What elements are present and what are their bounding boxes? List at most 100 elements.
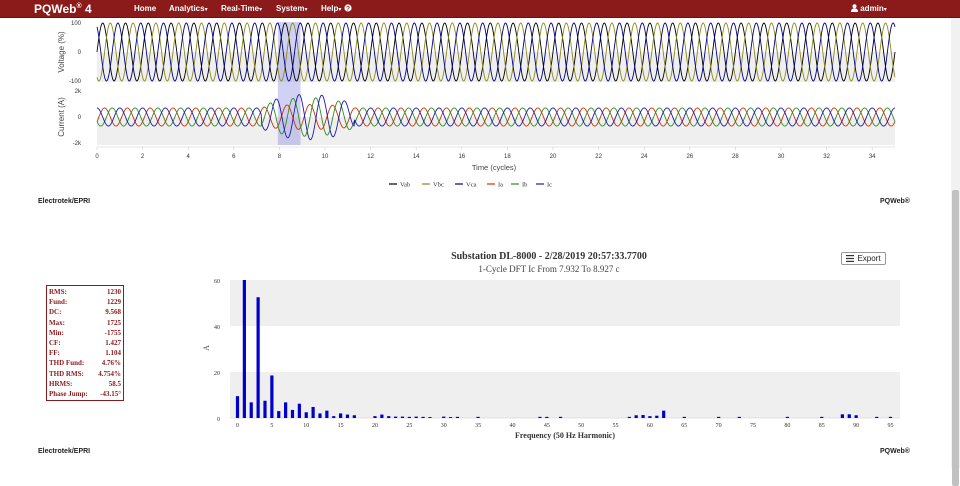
harmonic-bar xyxy=(641,415,645,418)
export-button[interactable]: Export xyxy=(841,252,886,265)
stat-row-dc: DC: 9.568 xyxy=(49,308,121,317)
harmonic-bar xyxy=(854,415,858,418)
stat-row-hrms: HRMS: 58.5 xyxy=(49,379,121,388)
harmonic-x-tick: 80 xyxy=(784,423,790,429)
time-tick-label: 24 xyxy=(641,154,648,160)
harmonic-x-tick: 20 xyxy=(372,423,378,429)
harmonic-plot-band xyxy=(230,372,900,418)
time-axis-label: Time (cycles) xyxy=(472,163,517,172)
caret-down-icon: ▾ xyxy=(883,7,887,13)
harmonic-x-tick: 30 xyxy=(441,423,447,429)
harmonic-bar xyxy=(737,416,741,418)
legend-item-vab[interactable]: Vab xyxy=(389,182,410,189)
waveform-chart: 100 0 -100 Voltage (%) 2k 0 -2k Current … xyxy=(57,21,896,172)
harmonic-bar xyxy=(339,413,343,418)
nav-system[interactable]: System▾ xyxy=(276,4,307,13)
legend-item-ib[interactable]: Ib xyxy=(511,182,527,189)
time-tick-label: 20 xyxy=(550,154,557,160)
voltage-axis-label: Voltage (%) xyxy=(57,31,66,73)
harmonic-bar xyxy=(421,416,425,418)
nav-home[interactable]: Home xyxy=(134,4,156,13)
harmonic-y-tick: 20 xyxy=(214,371,220,377)
harmonic-plot-band xyxy=(230,326,900,372)
svg-text:Ia: Ia xyxy=(498,182,503,189)
harmonic-x-axis-label: Frequency (50 Hz Harmonic) xyxy=(515,431,615,440)
harmonic-bar xyxy=(717,416,721,418)
stat-row-thd-fund: THD Fund: 4.76% xyxy=(49,359,121,368)
harmonic-bar xyxy=(270,375,274,418)
time-tick-label: 2 xyxy=(141,154,145,160)
current-tick-label: 2k xyxy=(75,89,82,95)
waveform-legend: Vab Vbc Vca Ia Ib Ic xyxy=(389,182,552,189)
vertical-scrollbar[interactable] xyxy=(951,18,960,486)
brand-logo[interactable]: PQWeb® 4 xyxy=(34,2,92,16)
harmonic-credit-pqweb: PQWeb® xyxy=(880,448,910,455)
time-tick-label: 26 xyxy=(686,154,693,160)
time-tick-label: 22 xyxy=(595,154,602,160)
harmonic-chart-title: Substation DL-8000 - 2/28/2019 20:57:33.… xyxy=(451,251,647,262)
time-tick-label: 16 xyxy=(458,154,465,160)
stat-row-max: Max: 1725 xyxy=(49,318,121,327)
svg-text:Ic: Ic xyxy=(547,182,552,189)
harmonic-bar xyxy=(304,412,308,418)
caret-down-icon: ▾ xyxy=(338,7,342,13)
time-tick-label: 12 xyxy=(367,154,374,160)
harmonic-x-tick: 75 xyxy=(750,423,756,429)
harmonic-bar xyxy=(634,415,638,418)
harmonic-x-tick: 10 xyxy=(303,423,309,429)
harmonic-bar xyxy=(387,416,391,418)
harmonic-bar xyxy=(662,410,666,418)
scrollbar-thumb[interactable] xyxy=(952,190,959,486)
harmonic-bar xyxy=(538,416,542,418)
nav-real-time[interactable]: Real-Time▾ xyxy=(221,4,262,13)
harmonic-x-tick: 40 xyxy=(509,423,515,429)
stat-row-min: Min: -1755 xyxy=(49,328,121,337)
harmonic-credit: Electrotek/EPRI xyxy=(38,448,91,455)
nav-help[interactable]: Help▾ ? xyxy=(321,4,352,13)
harmonic-bar xyxy=(373,416,377,418)
harmonic-x-tick: 15 xyxy=(338,423,344,429)
harmonic-y-tick: 40 xyxy=(214,325,220,331)
harmonic-y-tick: 0 xyxy=(217,417,220,423)
time-tick-label: 10 xyxy=(322,154,329,160)
harmonic-bar xyxy=(345,414,350,418)
time-tick-label: 4 xyxy=(187,154,191,160)
caret-down-icon: ▾ xyxy=(304,7,308,13)
harmonic-x-tick: 60 xyxy=(647,423,653,429)
harmonic-bar xyxy=(256,297,260,418)
svg-text:Vbc: Vbc xyxy=(433,182,444,189)
harmonic-bar xyxy=(840,414,844,418)
caret-down-icon: ▾ xyxy=(259,7,263,13)
harmonic-bar xyxy=(297,403,301,418)
legend-item-ia[interactable]: Ia xyxy=(487,182,503,189)
current-axis-label: Current (A) xyxy=(57,97,66,137)
harmonic-bar xyxy=(414,416,418,418)
harmonic-chart-subtitle: 1-Cycle DFT Ic From 7.932 To 8.927 c xyxy=(478,264,620,274)
legend-item-ic[interactable]: Ic xyxy=(536,182,552,189)
voltage-tick-label: -100 xyxy=(69,79,82,85)
harmonic-x-tick: 85 xyxy=(819,423,825,429)
nav-analytics[interactable]: Analytics▾ xyxy=(169,4,208,13)
harmonic-bar xyxy=(455,416,460,418)
harmonic-y-tick: 60 xyxy=(214,279,220,285)
current-plot-band-bottom xyxy=(97,117,895,145)
export-label: Export xyxy=(857,254,881,263)
user-menu[interactable]: admin▾ xyxy=(851,4,887,13)
harmonic-x-tick: 65 xyxy=(681,423,687,429)
stat-row-ff: FF: 1.104 xyxy=(49,349,121,358)
harmonic-x-tick: 90 xyxy=(853,423,859,429)
stat-row-fund: Fund: 1229 xyxy=(49,298,121,307)
harmonic-bar xyxy=(785,416,789,418)
harmonic-bar xyxy=(235,396,240,418)
legend-item-vbc[interactable]: Vbc xyxy=(422,182,444,189)
harmonic-bar xyxy=(476,416,480,418)
svg-text:Ib: Ib xyxy=(522,182,527,189)
harmonic-bar xyxy=(325,410,329,418)
harmonic-bar xyxy=(284,402,288,418)
harmonic-bar xyxy=(428,417,432,418)
legend-item-vca[interactable]: Vca xyxy=(455,182,477,189)
harmonic-bar xyxy=(380,414,384,418)
stat-row-phase-jump: Phase Jump: -43.15° xyxy=(49,389,121,398)
harmonic-bar xyxy=(648,416,652,418)
harmonic-bar xyxy=(242,280,246,418)
